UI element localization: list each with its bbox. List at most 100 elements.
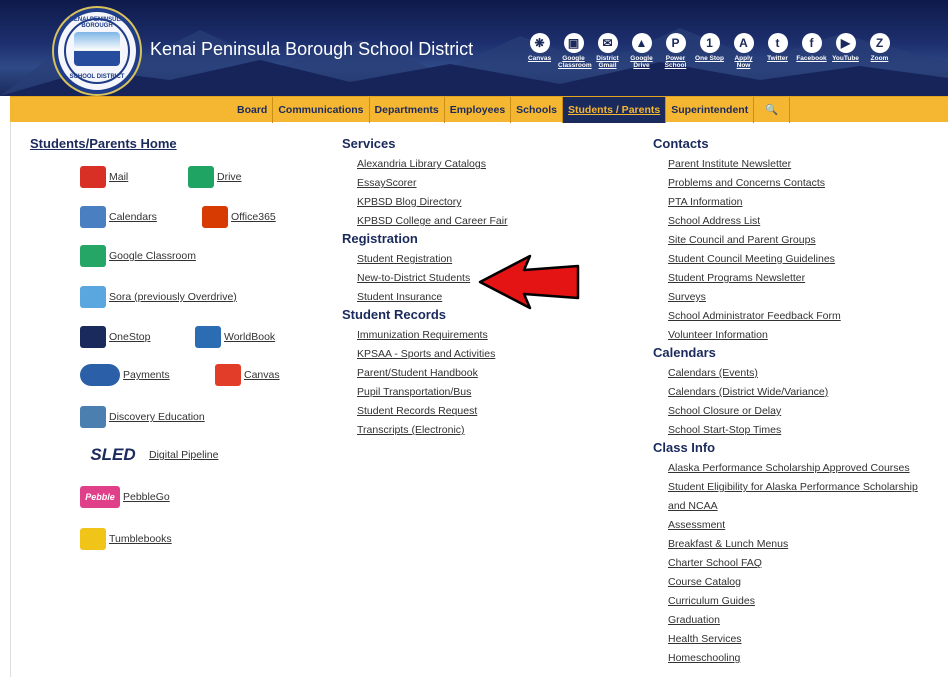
- resource-link[interactable]: Alexandria Library Catalogs: [342, 155, 632, 174]
- quicklink-label: Google: [562, 55, 585, 62]
- resource-link[interactable]: Assessment: [653, 516, 943, 535]
- app-link-google-drive[interactable]: Drive: [188, 166, 242, 188]
- resource-link[interactable]: Alaska Performance Scholarship Approved …: [653, 459, 943, 478]
- app-link-sled[interactable]: SLED Digital Pipeline: [80, 444, 218, 466]
- app-link-canvas-logo[interactable]: Canvas: [215, 364, 280, 386]
- online-payments-icon: [80, 364, 120, 386]
- resource-link[interactable]: KPBSD College and Career Fair: [342, 212, 632, 231]
- app-label: Mail: [109, 171, 129, 183]
- app-link-gmail[interactable]: Mail: [80, 166, 128, 188]
- resource-link[interactable]: Pupil Transportation/Bus: [342, 383, 632, 402]
- seal-bottom-text: SCHOOL DISTRICT: [69, 74, 125, 80]
- app-link-pebblego[interactable]: Pebble PebbleGo: [80, 486, 170, 508]
- quicklink-drive[interactable]: ▲ Google Drive: [626, 33, 657, 69]
- resource-link[interactable]: Parent Institute Newsletter: [653, 155, 943, 174]
- resource-link[interactable]: Course Catalog: [653, 573, 943, 592]
- resource-link[interactable]: Problems and Concerns Contacts: [653, 174, 943, 193]
- nav-schools[interactable]: Schools: [511, 97, 564, 123]
- app-link-online-payments[interactable]: Payments: [80, 364, 170, 386]
- search-icon[interactable]: 🔍: [754, 97, 791, 123]
- app-link-tumblebooks[interactable]: Tumblebooks: [80, 528, 172, 550]
- resource-link[interactable]: Graduation: [653, 611, 943, 630]
- resource-link[interactable]: Site Council and Parent Groups: [653, 231, 943, 250]
- resource-link[interactable]: EssayScorer: [342, 174, 632, 193]
- quick-links: ❋ Canvas ▣ Google Classroom ✉ District Gmail ▲ Go…: [524, 33, 898, 69]
- resource-link[interactable]: and NCAA: [653, 497, 943, 516]
- nav-board[interactable]: Board: [232, 97, 274, 123]
- app-link-google-classroom[interactable]: Google Classroom: [80, 245, 196, 267]
- google-drive-icon: [188, 166, 214, 188]
- quicklink-facebook[interactable]: f Facebook: [796, 33, 827, 69]
- quicklink-canvas[interactable]: ❋ Canvas: [524, 33, 555, 69]
- resource-link[interactable]: Homeschooling: [653, 649, 943, 668]
- quicklink-label-2: Now: [736, 62, 751, 69]
- nav-students-parents[interactable]: Students / Parents: [563, 97, 667, 123]
- quicklink-onestop[interactable]: 1 One Stop: [694, 33, 725, 69]
- resource-link[interactable]: Volunteer Information: [653, 326, 943, 345]
- app-label: Drive: [217, 171, 242, 183]
- app-link-discovery[interactable]: Discovery Education: [80, 406, 205, 428]
- quicklink-label: Power: [665, 55, 686, 62]
- section-heading-services: Services: [342, 136, 396, 151]
- page-body: Students/Parents Home Mail Drive Calendars…: [10, 122, 948, 677]
- app-label: Calendars: [109, 211, 157, 223]
- quicklink-label: Facebook: [796, 55, 827, 62]
- section-heading-contacts: Contacts: [653, 136, 709, 151]
- site-title[interactable]: Kenai Peninsula Borough School District: [150, 39, 473, 60]
- app-link-onestop-logo[interactable]: OneStop: [80, 326, 150, 348]
- app-link-worldbook[interactable]: WorldBook: [195, 326, 275, 348]
- quicklink-label-2: Drive: [633, 62, 650, 69]
- resource-link[interactable]: Transcripts (Electronic): [342, 421, 632, 440]
- resource-link[interactable]: Student Council Meeting Guidelines: [653, 250, 943, 269]
- quicklink-label-2: School: [664, 62, 687, 69]
- app-link-calendar[interactable]: Calendars: [80, 206, 157, 228]
- powerschool-icon: P: [665, 33, 686, 53]
- resource-link[interactable]: KPSAA - Sports and Activities: [342, 345, 632, 364]
- quicklink-label-2: Classroom: [558, 62, 592, 69]
- apply-icon: A: [733, 33, 754, 53]
- nav-employees[interactable]: Employees: [445, 97, 512, 123]
- mail-icon: ✉: [597, 33, 618, 53]
- quicklink-apply[interactable]: A Apply Now: [728, 33, 759, 69]
- resource-link[interactable]: Student Programs Newsletter: [653, 269, 943, 288]
- quicklink-label: Canvas: [527, 55, 552, 62]
- resource-link[interactable]: Curriculum Guides: [653, 592, 943, 611]
- district-seal[interactable]: KENAI PENINSULA BOROUGH SCHOOL DISTRICT: [54, 8, 140, 94]
- site-header: KENAI PENINSULA BOROUGH SCHOOL DISTRICT …: [0, 0, 948, 96]
- resource-link[interactable]: Calendars (District Wide/Variance): [653, 383, 943, 402]
- resource-link[interactable]: School Closure or Delay: [653, 402, 943, 421]
- resource-link[interactable]: Student Eligibility for Alaska Performan…: [653, 478, 943, 497]
- resource-link[interactable]: Calendars (Events): [653, 364, 943, 383]
- resource-link[interactable]: KPBSD Blog Directory: [342, 193, 632, 212]
- resource-link[interactable]: Charter School FAQ: [653, 554, 943, 573]
- drive-icon: ▲: [631, 33, 652, 53]
- quicklink-powerschool[interactable]: P Power School: [660, 33, 691, 69]
- resource-link[interactable]: Student Records Request: [342, 402, 632, 421]
- resource-link[interactable]: School Address List: [653, 212, 943, 231]
- app-link-sora[interactable]: Sora (previously Overdrive): [80, 286, 237, 308]
- resource-link[interactable]: Health Services: [653, 630, 943, 649]
- nav-communications[interactable]: Communications: [273, 97, 370, 123]
- quicklink-label: Apply: [734, 55, 753, 62]
- office365-icon: [202, 206, 228, 228]
- section-heading-calendars: Calendars: [653, 345, 716, 360]
- app-label: WorldBook: [224, 331, 276, 343]
- resource-link[interactable]: School Administrator Feedback Form: [653, 307, 943, 326]
- quicklink-label: One Stop: [695, 55, 724, 62]
- quicklink-youtube[interactable]: ▶ YouTube: [830, 33, 861, 69]
- quicklink-twitter[interactable]: t Twitter: [762, 33, 793, 69]
- app-link-office365[interactable]: Office365: [202, 206, 276, 228]
- app-label: Google Classroom: [109, 250, 196, 262]
- quicklink-mail[interactable]: ✉ District Gmail: [592, 33, 623, 69]
- quicklink-zoom[interactable]: Z Zoom: [864, 33, 895, 69]
- resource-link[interactable]: Immunization Requirements: [342, 326, 632, 345]
- quicklink-classroom[interactable]: ▣ Google Classroom: [558, 33, 592, 69]
- nav-superintendent[interactable]: Superintendent: [666, 97, 755, 123]
- resource-link[interactable]: PTA Information: [653, 193, 943, 212]
- resource-link[interactable]: Breakfast & Lunch Menus: [653, 535, 943, 554]
- resource-link[interactable]: Surveys: [653, 288, 943, 307]
- app-label: OneStop: [109, 331, 151, 343]
- resource-link[interactable]: Parent/Student Handbook: [342, 364, 632, 383]
- resource-link[interactable]: School Start-Stop Times: [653, 421, 943, 440]
- nav-departments[interactable]: Departments: [370, 97, 445, 123]
